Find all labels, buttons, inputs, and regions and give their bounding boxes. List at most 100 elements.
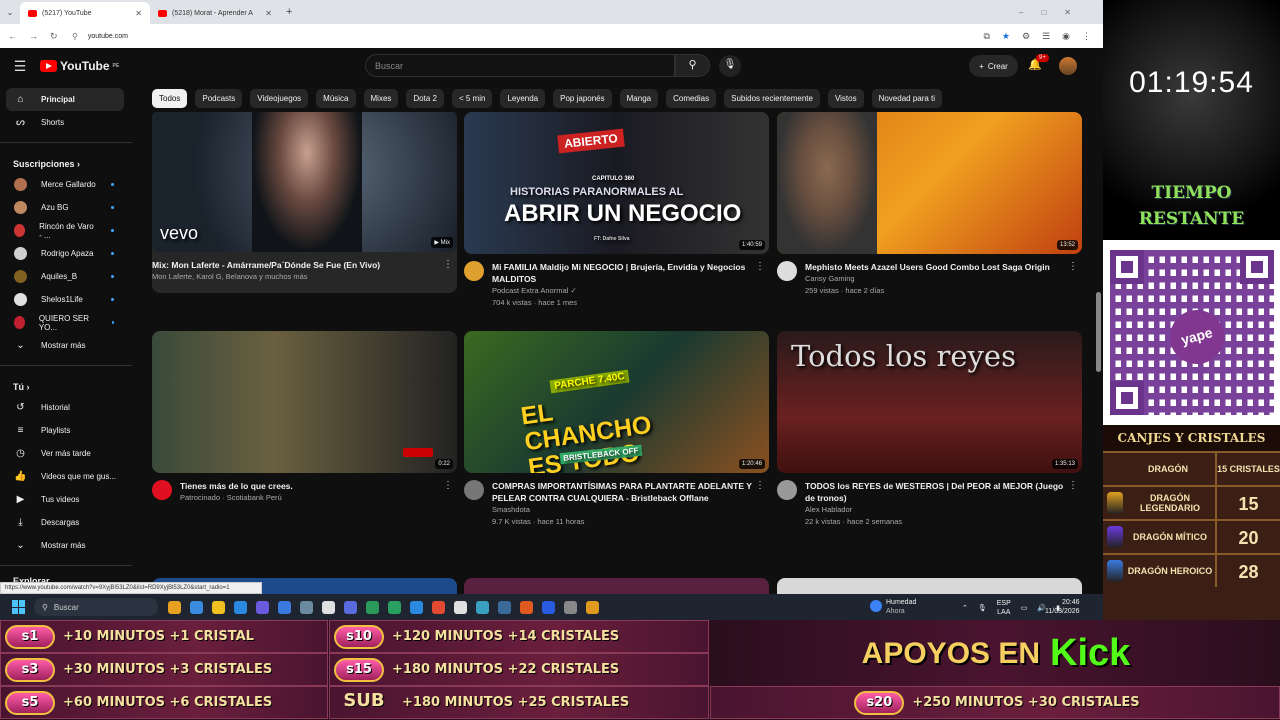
chevron-up-icon[interactable]: ⌃ [962, 604, 968, 612]
channel-avatar[interactable] [777, 261, 797, 281]
filter-chip[interactable]: < 5 min [451, 88, 493, 108]
sidebar-item-subscription[interactable]: Merce Gallardo [0, 173, 140, 196]
taskbar-app-icon[interactable] [586, 600, 599, 614]
create-button[interactable]: + Crear [969, 55, 1018, 77]
close-tab-icon[interactable]: ✕ [135, 9, 142, 18]
window-controls[interactable]: –□✕ [1019, 8, 1089, 17]
network-icon[interactable]: ▭ [1021, 604, 1028, 612]
video-card[interactable]: Todos los reyes 1:35:13 TODOS los REYES … [777, 331, 1082, 528]
taskbar-app-icon[interactable] [454, 600, 467, 614]
taskbar-app-icon[interactable] [190, 600, 203, 614]
channel-avatar[interactable] [464, 261, 484, 281]
menu-icon[interactable]: ⋮ [1082, 31, 1091, 42]
taskbar-app-icon[interactable] [256, 600, 269, 614]
you-show-more[interactable]: ⌄ Mostrar más [0, 534, 140, 557]
search-button[interactable]: ⚲ [675, 54, 710, 77]
more-options-icon[interactable]: ⋮ [1068, 261, 1078, 272]
voice-search-button[interactable]: 🎙 [719, 55, 741, 77]
url-field[interactable]: youtube.com [78, 33, 984, 40]
subs-show-more[interactable]: ⌄ Mostrar más [0, 334, 140, 357]
mic-tray-icon[interactable]: 🎙 [978, 604, 987, 612]
install-icon[interactable]: ⧉ [983, 31, 989, 42]
tab-youtube[interactable]: (5217) YouTube ✕ [20, 2, 150, 24]
taskbar-app-icon[interactable] [564, 600, 577, 614]
taskbar-search[interactable]: ⚲ Buscar [34, 598, 158, 616]
video-card[interactable]: PARCHE 7.40C EL CHANCHO ES TODO BRISTLEB… [464, 331, 769, 528]
video-channel[interactable]: Mon Laferte, Karol G, Belanova y muchos … [152, 271, 457, 283]
more-options-icon[interactable]: ⋮ [755, 261, 765, 272]
video-channel[interactable]: Cansy Gaming [805, 273, 1082, 285]
filter-chip[interactable]: Manga [619, 88, 659, 108]
sidebar-item-you[interactable]: ⤓ Descargas [0, 511, 140, 534]
sidebar-item-subscription[interactable]: Aquiles_B [0, 265, 140, 288]
video-title[interactable]: TODOS los REYES de WESTEROS | Del PEOR a… [805, 480, 1082, 504]
taskbar-app-icon[interactable] [344, 600, 357, 614]
taskbar-app-icon[interactable] [278, 600, 291, 614]
sidebar-item-subscription[interactable]: Rodrigo Apaza [0, 242, 140, 265]
video-card[interactable]: 0:22 Tienes más de lo que crees. Patroci… [152, 331, 457, 504]
video-thumbnail[interactable]: ABIERTO CAPITULO 360 HISTORIAS PARANORMA… [464, 112, 769, 254]
taskbar-app-icon[interactable] [168, 600, 181, 614]
taskbar-app-icon[interactable] [498, 600, 511, 614]
sidebar-item-you[interactable]: ◷ Ver más tarde [0, 442, 140, 465]
video-thumbnail[interactable]: 13:52 [777, 112, 1082, 254]
tab-morat[interactable]: (5218) Morat - Aprender A ✕ [150, 2, 280, 24]
filter-chip[interactable]: Todos [152, 88, 188, 108]
taskbar-app-icon[interactable] [410, 600, 423, 614]
video-title[interactable]: Mi FAMILIA Maldijo Mi NEGOCIO | Brujería… [492, 261, 769, 285]
filter-chip[interactable]: Leyenda [500, 88, 546, 108]
more-options-icon[interactable]: ⋮ [1068, 480, 1078, 491]
sidebar-item-you[interactable]: ↺ Historial [0, 396, 140, 419]
video-title[interactable]: COMPRAS IMPORTANTÍSIMAS PARA PLANTARTE A… [492, 480, 769, 504]
taskbar-app-icon[interactable] [322, 600, 335, 614]
sidebar-item-you[interactable]: ▶ Tus videos [0, 488, 140, 511]
channel-avatar[interactable] [152, 480, 172, 500]
filter-chip[interactable]: Mixes [363, 88, 399, 108]
filter-chip[interactable]: Podcasts [195, 88, 243, 108]
sidebar-item-you[interactable]: 👍 Videos que me gus... [0, 465, 140, 488]
sidebar-item-you[interactable]: ≡ Playlists [0, 419, 140, 442]
video-thumbnail[interactable]: 0:22 [152, 331, 457, 473]
taskbar-app-icon[interactable] [212, 600, 225, 614]
video-thumbnail[interactable] [464, 578, 769, 594]
weather-widget[interactable]: Humedad Ahora [870, 598, 916, 616]
video-channel[interactable]: Smashdota [492, 504, 769, 516]
video-thumbnail[interactable]: Todos los reyes 1:35:13 [777, 331, 1082, 473]
filter-chip[interactable]: Vistos [827, 88, 864, 108]
video-card[interactable]: 13:52 Mephisto Meets Azazel Users Good C… [777, 112, 1082, 297]
more-options-icon[interactable]: ⋮ [443, 480, 453, 491]
reload-icon[interactable]: ↻ [50, 31, 58, 42]
sidebar-item-subscription[interactable]: Rincón de Varo - ... [0, 219, 140, 242]
channel-avatar[interactable] [464, 480, 484, 500]
account-avatar[interactable] [1059, 57, 1077, 75]
taskbar-app-icon[interactable] [476, 600, 489, 614]
filter-chip[interactable]: Dota 2 [406, 88, 444, 108]
filter-chip[interactable]: Comedias [666, 88, 717, 108]
sidebar-item-subscription[interactable]: Azu BG [0, 196, 140, 219]
language-indicator[interactable]: ESP LAA [997, 599, 1011, 617]
forward-icon[interactable]: → [29, 31, 38, 42]
video-card[interactable]: ABIERTO CAPITULO 360 HISTORIAS PARANORMA… [464, 112, 769, 309]
taskbar-app-icon[interactable] [432, 600, 445, 614]
profile-icon[interactable]: ◉ [1062, 31, 1070, 42]
close-tab-icon[interactable]: ✕ [265, 9, 272, 18]
youtube-logo[interactable]: YouTube PE [40, 59, 120, 73]
video-thumbnail[interactable] [777, 578, 1082, 594]
sidebar-item-principal[interactable]: ⌂ Principal [6, 88, 124, 111]
new-tab-icon[interactable]: + [286, 6, 292, 18]
taskbar-app-icon[interactable] [542, 600, 555, 614]
taskbar-clock[interactable]: 20:46 11/03/2026 [1045, 598, 1080, 616]
taskbar-app-icon[interactable] [520, 600, 533, 614]
sidepanel-icon[interactable]: ☰ [1042, 31, 1050, 42]
video-channel[interactable]: Patrocinado · Scotiabank Perú [180, 492, 457, 504]
video-card[interactable]: vevo ▶ Mix Mix: Mon Laferte - Amárrame/P… [152, 112, 457, 293]
tab-list-icon[interactable]: ⌄ [0, 8, 20, 17]
sidebar-item-subscription[interactable]: QUIERO SER YO... [0, 311, 140, 334]
video-title[interactable]: Tienes más de lo que crees. [180, 480, 457, 492]
more-options-icon[interactable]: ⋮ [755, 480, 765, 491]
taskbar-app-icon[interactable] [366, 600, 379, 614]
hamburger-menu-icon[interactable]: ☰ [0, 58, 40, 75]
filter-chip[interactable]: Pop japonés [553, 88, 612, 108]
page-scrollbar[interactable] [1096, 292, 1101, 372]
filter-chip[interactable]: Subidos recientemente [724, 88, 820, 108]
